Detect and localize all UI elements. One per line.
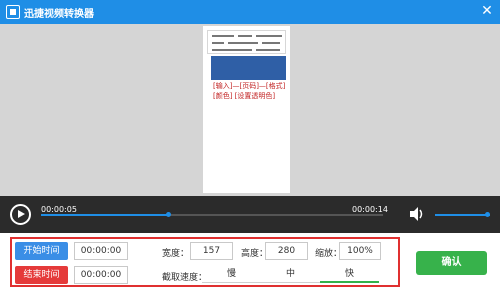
title-bar: 迅捷视频转换器 ✕ bbox=[0, 0, 500, 24]
clip-settings-panel: 开始时间 00:00:00 结束时间 00:00:00 宽度： 157 高度： … bbox=[10, 237, 400, 287]
current-time: 00:00:05 bbox=[41, 205, 77, 214]
speed-label: 截取速度： bbox=[162, 273, 208, 283]
width-label: 宽度： bbox=[162, 249, 190, 259]
speed-option-medium[interactable]: 中 bbox=[261, 267, 320, 283]
playback-controls: 00:00:05 00:00:14 bbox=[0, 196, 500, 233]
end-time-button[interactable]: 结束时间 bbox=[15, 266, 68, 284]
video-preview: [输入]—[页码]—[格式] [颜色] [设置透明色] bbox=[0, 24, 500, 196]
play-icon[interactable] bbox=[10, 204, 31, 225]
volume-handle[interactable] bbox=[485, 212, 490, 217]
document-ribbon-image bbox=[211, 56, 286, 80]
video-frame: [输入]—[页码]—[格式] [颜色] [设置透明色] bbox=[203, 26, 290, 193]
progress-handle[interactable] bbox=[165, 212, 171, 217]
volume-icon[interactable] bbox=[408, 205, 426, 223]
volume-slider[interactable] bbox=[435, 214, 490, 216]
app-logo-icon bbox=[6, 5, 20, 19]
document-text-line: [颜色] [设置透明色] bbox=[213, 92, 276, 100]
zoom-field[interactable]: 100% bbox=[339, 242, 381, 260]
height-field[interactable]: 280 bbox=[265, 242, 308, 260]
speed-selector: 慢 中 快 bbox=[202, 267, 380, 283]
close-icon[interactable]: ✕ bbox=[478, 2, 496, 20]
start-time-field[interactable]: 00:00:00 bbox=[74, 242, 128, 260]
width-field[interactable]: 157 bbox=[190, 242, 233, 260]
end-time-field[interactable]: 00:00:00 bbox=[74, 266, 128, 284]
start-time-button[interactable]: 开始时间 bbox=[15, 242, 68, 260]
speed-option-fast[interactable]: 快 bbox=[320, 267, 379, 283]
document-toolbar-image bbox=[207, 30, 286, 54]
window-title: 迅捷视频转换器 bbox=[24, 9, 94, 20]
document-text-line: [输入]—[页码]—[格式] bbox=[213, 82, 286, 90]
progress-fill bbox=[41, 214, 168, 216]
height-label: 高度： bbox=[241, 249, 269, 259]
speed-option-slow[interactable]: 慢 bbox=[202, 267, 261, 283]
zoom-label: 缩放： bbox=[315, 249, 343, 259]
confirm-button[interactable]: 确认 bbox=[416, 251, 487, 275]
progress-slider[interactable] bbox=[41, 212, 383, 217]
total-time: 00:00:14 bbox=[352, 205, 388, 214]
